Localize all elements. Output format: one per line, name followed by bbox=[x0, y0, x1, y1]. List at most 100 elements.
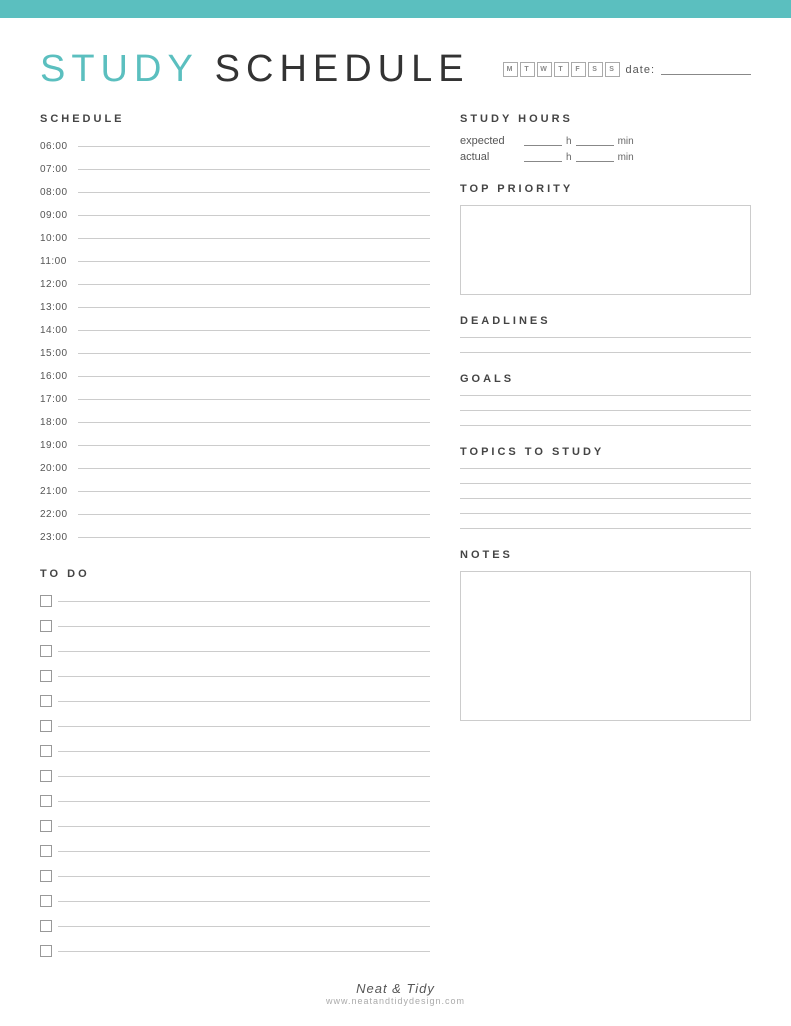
todo-line[interactable] bbox=[58, 951, 430, 952]
top-priority-section: TOP PRIORITY bbox=[460, 183, 751, 295]
topic-line[interactable] bbox=[460, 498, 751, 499]
time-line[interactable] bbox=[78, 468, 430, 469]
notes-section: NOTES bbox=[460, 549, 751, 721]
todo-line[interactable] bbox=[58, 751, 430, 752]
day-box[interactable]: F bbox=[571, 62, 586, 77]
time-line[interactable] bbox=[78, 284, 430, 285]
todo-line[interactable] bbox=[58, 601, 430, 602]
topic-line[interactable] bbox=[460, 513, 751, 514]
h-label: h bbox=[566, 136, 572, 147]
actual-min-input[interactable] bbox=[576, 152, 614, 162]
time-line[interactable] bbox=[78, 238, 430, 239]
priority-box[interactable] bbox=[460, 205, 751, 295]
todo-checkbox[interactable] bbox=[40, 945, 52, 957]
todo-checkbox[interactable] bbox=[40, 670, 52, 682]
todo-row bbox=[40, 790, 430, 812]
time-line[interactable] bbox=[78, 491, 430, 492]
goals-section: GOALS bbox=[460, 373, 751, 426]
todo-line[interactable] bbox=[58, 626, 430, 627]
expected-min-input[interactable] bbox=[576, 136, 614, 146]
todo-line[interactable] bbox=[58, 676, 430, 677]
topic-line[interactable] bbox=[460, 483, 751, 484]
time-row: 15:00 bbox=[40, 342, 430, 364]
time-label: 21:00 bbox=[40, 486, 78, 497]
goal-line[interactable] bbox=[460, 395, 751, 396]
todo-checkbox[interactable] bbox=[40, 820, 52, 832]
top-priority-title: TOP PRIORITY bbox=[460, 183, 751, 195]
todo-line[interactable] bbox=[58, 851, 430, 852]
min-label: min bbox=[618, 136, 634, 147]
notes-box[interactable] bbox=[460, 571, 751, 721]
day-box[interactable]: M bbox=[503, 62, 518, 77]
day-box[interactable]: S bbox=[605, 62, 620, 77]
todo-row bbox=[40, 615, 430, 637]
todo-line[interactable] bbox=[58, 926, 430, 927]
time-row: 19:00 bbox=[40, 434, 430, 456]
notes-title: NOTES bbox=[460, 549, 751, 561]
time-row: 12:00 bbox=[40, 273, 430, 295]
day-box[interactable]: W bbox=[537, 62, 552, 77]
time-line[interactable] bbox=[78, 537, 430, 538]
todo-checkbox[interactable] bbox=[40, 720, 52, 732]
time-line[interactable] bbox=[78, 261, 430, 262]
todo-row bbox=[40, 940, 430, 962]
deadline-line[interactable] bbox=[460, 337, 751, 338]
topic-line[interactable] bbox=[460, 468, 751, 469]
todo-checkbox[interactable] bbox=[40, 645, 52, 657]
time-line[interactable] bbox=[78, 215, 430, 216]
time-row: 17:00 bbox=[40, 388, 430, 410]
todo-checkbox[interactable] bbox=[40, 920, 52, 932]
todo-row bbox=[40, 815, 430, 837]
time-line[interactable] bbox=[78, 169, 430, 170]
todo-checkbox[interactable] bbox=[40, 620, 52, 632]
todo-row bbox=[40, 665, 430, 687]
actual-label: actual bbox=[460, 151, 520, 163]
todo-checkbox[interactable] bbox=[40, 795, 52, 807]
todo-checkbox[interactable] bbox=[40, 745, 52, 757]
todo-line[interactable] bbox=[58, 876, 430, 877]
todo-row bbox=[40, 690, 430, 712]
todo-line[interactable] bbox=[58, 901, 430, 902]
goal-line[interactable] bbox=[460, 410, 751, 411]
todo-checkbox[interactable] bbox=[40, 845, 52, 857]
todo-line[interactable] bbox=[58, 776, 430, 777]
goal-line[interactable] bbox=[460, 425, 751, 426]
time-label: 13:00 bbox=[40, 302, 78, 313]
day-box[interactable]: T bbox=[520, 62, 535, 77]
time-row: 11:00 bbox=[40, 250, 430, 272]
todo-line[interactable] bbox=[58, 826, 430, 827]
time-line[interactable] bbox=[78, 399, 430, 400]
todo-checkbox[interactable] bbox=[40, 895, 52, 907]
todo-checkbox[interactable] bbox=[40, 595, 52, 607]
todo-line[interactable] bbox=[58, 801, 430, 802]
time-line[interactable] bbox=[78, 422, 430, 423]
page-title: STUDY SCHEDULE bbox=[40, 48, 470, 91]
todo-line[interactable] bbox=[58, 701, 430, 702]
expected-h-input[interactable] bbox=[524, 136, 562, 146]
todo-checkbox[interactable] bbox=[40, 695, 52, 707]
todo-title: TO DO bbox=[40, 568, 430, 580]
time-line[interactable] bbox=[78, 353, 430, 354]
deadline-line[interactable] bbox=[460, 352, 751, 353]
time-line[interactable] bbox=[78, 514, 430, 515]
todo-line[interactable] bbox=[58, 651, 430, 652]
top-bar bbox=[0, 0, 791, 18]
day-box[interactable]: T bbox=[554, 62, 569, 77]
todo-line[interactable] bbox=[58, 726, 430, 727]
time-line[interactable] bbox=[78, 445, 430, 446]
actual-h-input[interactable] bbox=[524, 152, 562, 162]
brand-url: www.neatandtidydesign.com bbox=[40, 996, 751, 1006]
time-line[interactable] bbox=[78, 192, 430, 193]
time-line[interactable] bbox=[78, 376, 430, 377]
time-line[interactable] bbox=[78, 330, 430, 331]
todo-section: TO DO bbox=[40, 568, 430, 962]
time-line[interactable] bbox=[78, 146, 430, 147]
todo-checkbox[interactable] bbox=[40, 870, 52, 882]
todo-checkbox[interactable] bbox=[40, 770, 52, 782]
time-line[interactable] bbox=[78, 307, 430, 308]
topic-line[interactable] bbox=[460, 528, 751, 529]
time-label: 07:00 bbox=[40, 164, 78, 175]
day-box[interactable]: S bbox=[588, 62, 603, 77]
date-line[interactable] bbox=[661, 65, 751, 75]
time-rows: 06:0007:0008:0009:0010:0011:0012:0013:00… bbox=[40, 135, 430, 548]
